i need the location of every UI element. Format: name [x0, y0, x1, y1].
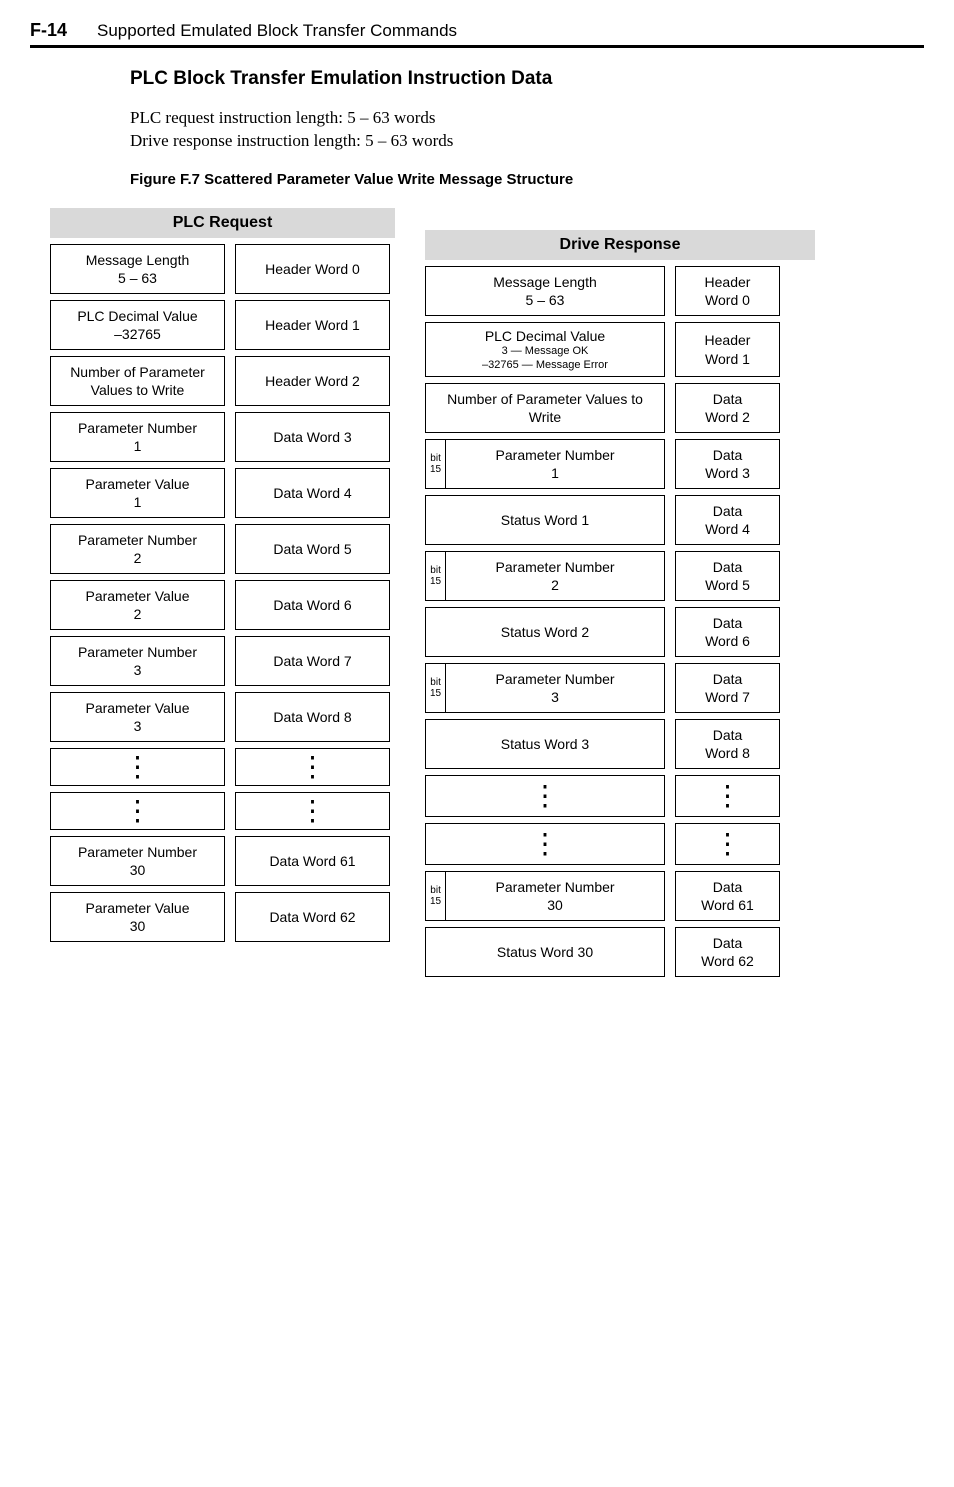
plc-right-8: Data Word 8: [235, 692, 390, 742]
plc-left-7: Parameter Number3: [50, 636, 225, 686]
plc-right-4: Data Word 4: [235, 468, 390, 518]
drive-response-title: Drive Response: [425, 230, 815, 260]
resp-left-1-main: PLC Decimal Value: [482, 327, 608, 345]
resp-left-0: Message Length5 – 63: [425, 266, 665, 316]
plc-left-12: Parameter Value30: [50, 892, 225, 942]
resp-left-7: bit15 Parameter Number3: [425, 663, 665, 713]
resp-right-4: DataWord 4: [675, 495, 780, 545]
resp-left-11-text: Parameter Number30: [446, 872, 664, 920]
body-text-2: Drive response instruction length: 5 – 6…: [130, 131, 924, 151]
resp-left-7-text: Parameter Number3: [446, 664, 664, 712]
diagram: PLC Request Message Length5 – 63 PLC Dec…: [50, 208, 924, 977]
resp-right-0: HeaderWord 0: [675, 266, 780, 316]
plc-left-0: Message Length5 – 63: [50, 244, 225, 294]
resp-left-3-text: Parameter Number1: [446, 440, 664, 488]
bit-label: bit15: [426, 872, 446, 920]
drive-response-right-column: HeaderWord 0 HeaderWord 1 DataWord 2 Dat…: [675, 266, 780, 977]
plc-request-right-column: Header Word 0 Header Word 1 Header Word …: [235, 244, 390, 942]
resp-left-1-sub: 3 — Message OK–32765 — Message Error: [482, 345, 608, 371]
plc-right-6: Data Word 6: [235, 580, 390, 630]
plc-right-5: Data Word 5: [235, 524, 390, 574]
bit-label: bit15: [426, 552, 446, 600]
resp-right-12: DataWord 62: [675, 927, 780, 977]
plc-request-left-column: Message Length5 – 63 PLC Decimal Value–3…: [50, 244, 225, 942]
resp-right-5: DataWord 5: [675, 551, 780, 601]
plc-right-11: Data Word 61: [235, 836, 390, 886]
resp-left-2: Number of Parameter Values to Write: [425, 383, 665, 433]
resp-left-dots-2: ⋮: [425, 823, 665, 865]
plc-right-dots-2: ⋮: [235, 792, 390, 830]
resp-left-6: Status Word 2: [425, 607, 665, 657]
plc-left-1: PLC Decimal Value–32765: [50, 300, 225, 350]
plc-left-dots-2: ⋮: [50, 792, 225, 830]
section-title: PLC Block Transfer Emulation Instruction…: [130, 68, 924, 90]
plc-left-2: Number of Parameter Values to Write: [50, 356, 225, 406]
plc-left-11: Parameter Number30: [50, 836, 225, 886]
resp-right-8: DataWord 8: [675, 719, 780, 769]
resp-right-1: HeaderWord 1: [675, 322, 780, 377]
plc-left-4: Parameter Value1: [50, 468, 225, 518]
resp-left-8: Status Word 3: [425, 719, 665, 769]
resp-left-12: Status Word 30: [425, 927, 665, 977]
plc-right-3: Data Word 3: [235, 412, 390, 462]
resp-left-11: bit15 Parameter Number30: [425, 871, 665, 921]
page-header: F-14 Supported Emulated Block Transfer C…: [30, 20, 924, 48]
resp-right-11: DataWord 61: [675, 871, 780, 921]
plc-left-6: Parameter Value2: [50, 580, 225, 630]
resp-left-3: bit15 Parameter Number1: [425, 439, 665, 489]
plc-right-7: Data Word 7: [235, 636, 390, 686]
plc-left-3: Parameter Number1: [50, 412, 225, 462]
resp-right-7: DataWord 7: [675, 663, 780, 713]
resp-left-4: Status Word 1: [425, 495, 665, 545]
plc-right-dots-1: ⋮: [235, 748, 390, 786]
resp-right-dots-2: ⋮: [675, 823, 780, 865]
plc-left-5: Parameter Number2: [50, 524, 225, 574]
plc-right-0: Header Word 0: [235, 244, 390, 294]
resp-right-3: DataWord 3: [675, 439, 780, 489]
drive-response-group: Drive Response Message Length5 – 63 PLC …: [425, 208, 815, 977]
resp-left-dots-1: ⋮: [425, 775, 665, 817]
resp-right-6: DataWord 6: [675, 607, 780, 657]
plc-right-1: Header Word 1: [235, 300, 390, 350]
plc-request-group: PLC Request Message Length5 – 63 PLC Dec…: [50, 208, 395, 977]
bit-label: bit15: [426, 664, 446, 712]
plc-left-8: Parameter Value3: [50, 692, 225, 742]
plc-left-dots-1: ⋮: [50, 748, 225, 786]
plc-request-title: PLC Request: [50, 208, 395, 238]
resp-left-5-text: Parameter Number2: [446, 552, 664, 600]
figure-label: Figure F.7 Scattered Parameter Value Wri…: [130, 171, 924, 188]
resp-left-1: PLC Decimal Value 3 — Message OK–32765 —…: [425, 322, 665, 377]
resp-left-5: bit15 Parameter Number2: [425, 551, 665, 601]
bit-label: bit15: [426, 440, 446, 488]
body-text-1: PLC request instruction length: 5 – 63 w…: [130, 108, 924, 128]
resp-right-dots-1: ⋮: [675, 775, 780, 817]
resp-right-2: DataWord 2: [675, 383, 780, 433]
page-number: F-14: [30, 20, 67, 41]
plc-right-12: Data Word 62: [235, 892, 390, 942]
drive-response-left-column: Message Length5 – 63 PLC Decimal Value 3…: [425, 266, 665, 977]
plc-right-2: Header Word 2: [235, 356, 390, 406]
header-title: Supported Emulated Block Transfer Comman…: [97, 21, 457, 41]
